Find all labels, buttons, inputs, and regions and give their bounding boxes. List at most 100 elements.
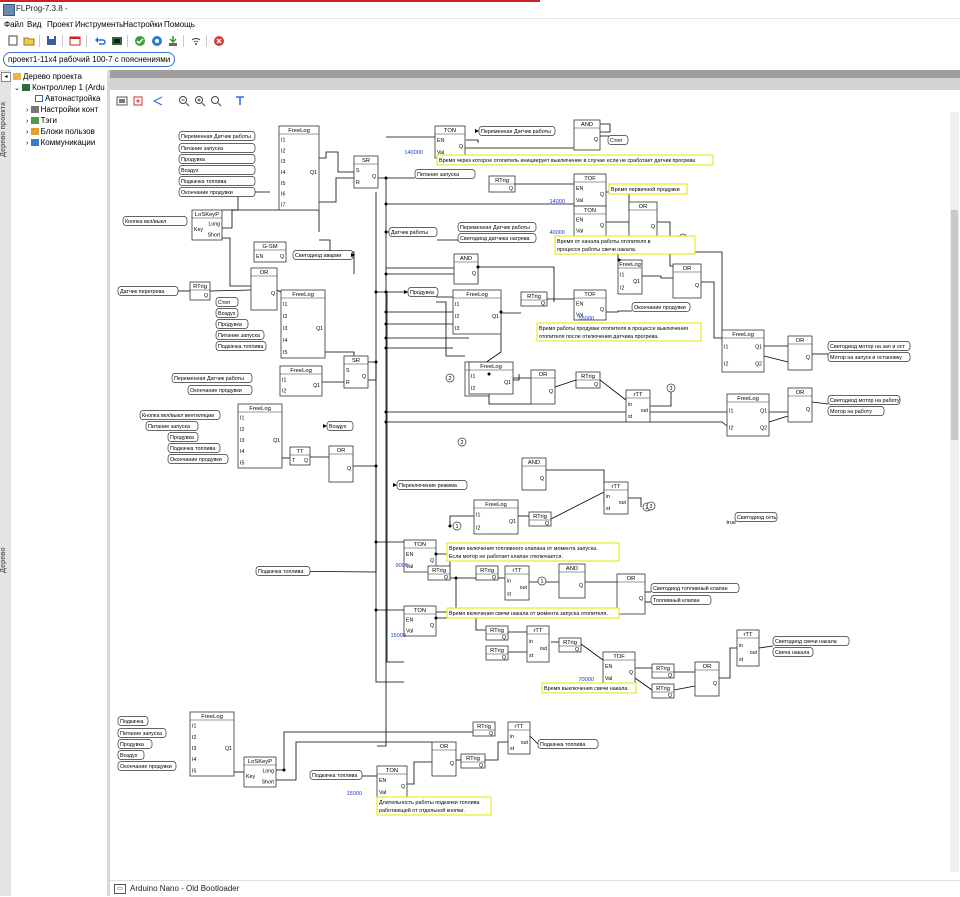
logic-block[interactable]: TONENValQ [434,125,466,159]
logic-block[interactable]: OR Q [787,335,813,371]
logic-block[interactable]: TONENValQ [376,765,408,799]
logic-block[interactable]: TOFEN Val Q [573,173,607,207]
logic-block[interactable]: AND Q [558,563,586,599]
logic-block[interactable]: RTrigQ [475,565,499,581]
logic-block[interactable]: OR Q [431,741,457,777]
tag-label[interactable]: Питание запуска [414,169,476,179]
logic-block[interactable]: FreeLog I1 I2 Q1 [279,365,323,397]
comment-note[interactable]: Время включения свечи накала от момента … [446,607,620,619]
open-folder-icon[interactable] [22,34,35,47]
chevron-right-icon[interactable]: › [26,107,28,114]
logic-block[interactable]: rTTinstout [526,625,550,663]
tree-controller[interactable]: ⌄ Контроллер 1 (Ardu [14,83,105,94]
comment-note[interactable]: Время от начала работы отопителя в процес… [554,235,696,255]
tag-label[interactable]: Кнопка вкл/выкл вентиляции [139,410,221,420]
tree-item-communications[interactable]: › Коммуникации [26,138,95,149]
comment-note[interactable]: Время работы продувки отопителя в процес… [536,322,702,342]
logic-block[interactable]: RTrigQ [460,753,486,769]
tag-label[interactable]: Воздух [178,165,256,175]
tag-label[interactable]: Питание запуска [145,421,199,431]
reference-marker[interactable]: 1 [537,576,547,586]
tag-label[interactable]: Мотор на работу [827,406,885,416]
comment-note[interactable]: Время первичной продувки [608,183,688,195]
reference-marker[interactable]: 3 [646,501,656,511]
tag-label[interactable]: Воздух [117,750,145,760]
logic-block[interactable]: OR Q [250,267,278,311]
tag-label[interactable]: Переменная Датчик работы [178,131,256,141]
logic-block[interactable]: TOFEN Val Q [602,651,636,685]
tag-label[interactable]: Продувка [117,739,153,749]
logic-block[interactable]: LoSKeyP Key Long Short [243,756,277,788]
tag-label[interactable]: Питание запуска [117,728,167,738]
compile-icon[interactable] [150,34,163,47]
logic-block[interactable]: rTTinstout [504,565,530,601]
chevron-right-icon[interactable]: › [26,118,28,125]
logic-block[interactable]: AND Q [521,457,547,491]
logic-block[interactable]: FreeLog I1 I2 Q1 Q2 [721,329,765,373]
check-icon[interactable] [133,34,146,47]
tag-label[interactable]: Воздух [215,308,239,318]
tag-label[interactable]: Продувка [215,319,249,329]
tag-label[interactable]: Питание запуска [215,330,265,340]
menu-tools[interactable]: Инструменты [75,20,125,29]
logic-block[interactable]: OR Q [530,369,556,405]
tag-label[interactable]: Подкачка топлива [178,176,256,186]
board-icon[interactable] [110,34,123,47]
tag-label[interactable]: Окончание продувки [117,761,177,771]
logic-block[interactable]: RTrigQ [488,175,516,193]
new-file-icon[interactable] [6,34,19,47]
logic-block[interactable]: RTrigQ [520,291,548,307]
tag-label[interactable]: Светодиод топливный клапан [650,583,740,593]
tag-label[interactable]: Продувка [407,287,439,297]
logic-block[interactable]: RTrigQ [485,625,509,641]
tree-item-user-blocks[interactable]: › Блоки пользов [26,127,95,138]
menu-file[interactable]: Файл [4,20,24,29]
tag-label[interactable]: Питание запуска [178,143,256,153]
window-icon[interactable] [68,34,81,47]
logic-block[interactable]: FreeLog I1 I2 Q1 [468,361,514,395]
zoom-reset-icon[interactable] [210,95,222,107]
comment-note[interactable]: Время через которое отопитель инициирует… [436,154,714,166]
tree-side-label[interactable]: Дерево [0,530,11,590]
tag-label[interactable]: Переменная Датчик работы [478,126,556,136]
logic-block[interactable]: TONENValQ [573,205,607,237]
logic-block[interactable]: rTTinstout [625,389,651,423]
tag-label[interactable]: Окончание продувки [178,187,256,197]
tag-label[interactable]: Продувка [167,432,199,442]
tag-label[interactable]: Воздух [326,421,354,431]
menu-project[interactable]: Проект [47,20,73,29]
tag-label[interactable]: Светодиод мотор на работу [827,395,901,405]
logic-block[interactable]: SRSRQ [343,355,369,389]
menu-settings[interactable]: Настройки [123,20,162,29]
tag-label[interactable]: Стоп [215,297,239,307]
logic-block[interactable]: RTrigQ [558,637,582,653]
tag-label[interactable]: Продувка [178,154,256,164]
logic-block[interactable]: RTrigQ [651,683,675,699]
reference-marker[interactable]: 2 [457,437,467,447]
chevron-right-icon[interactable]: › [26,140,28,147]
logic-block[interactable]: FreeLog I1 I2 I3 I4 I5 Q1 [237,403,283,469]
tree-root[interactable]: Дерево проекта [13,72,82,82]
panel-collapse-icon[interactable]: ◂ [1,72,11,82]
connection-icon[interactable] [189,34,202,47]
tag-label[interactable]: Подкачка топлива [537,739,599,749]
tag-label[interactable]: Подкачка топлива [309,770,363,780]
scrollbar-thumb[interactable] [951,210,958,440]
comment-note[interactable]: Время выключения свечи накала. [541,682,637,694]
comment-note[interactable]: Время включения топливного клапана от мо… [446,542,620,562]
tag-label[interactable]: Датчик работы [388,227,438,237]
logic-block[interactable]: OR Q [672,263,702,299]
tag-label[interactable]: Светодиод сеть [734,512,778,522]
tag-label[interactable]: Окончание продувки [167,454,229,464]
tag-label[interactable]: Мотор на запуск и остановку [827,352,911,362]
tag-label[interactable]: Подкачка [117,716,149,726]
logic-block[interactable]: RTrigQ [472,721,496,737]
tag-label[interactable]: Окончание продувки [631,302,691,312]
tag-label[interactable]: Кнопка вкл/выкл [122,216,188,226]
logic-block[interactable]: FreeLog I1 I2 I3 I4 I5 Q1 [280,289,326,359]
tag-label[interactable]: Топливный клапан [650,595,712,605]
logic-block[interactable]: rTTinstout [507,721,531,755]
tag-label[interactable]: Окончание продувки [187,385,253,395]
tag-label[interactable]: Светодиод датчика нагрева [457,233,537,243]
tag-label[interactable]: Подкачка топлива [167,443,221,453]
